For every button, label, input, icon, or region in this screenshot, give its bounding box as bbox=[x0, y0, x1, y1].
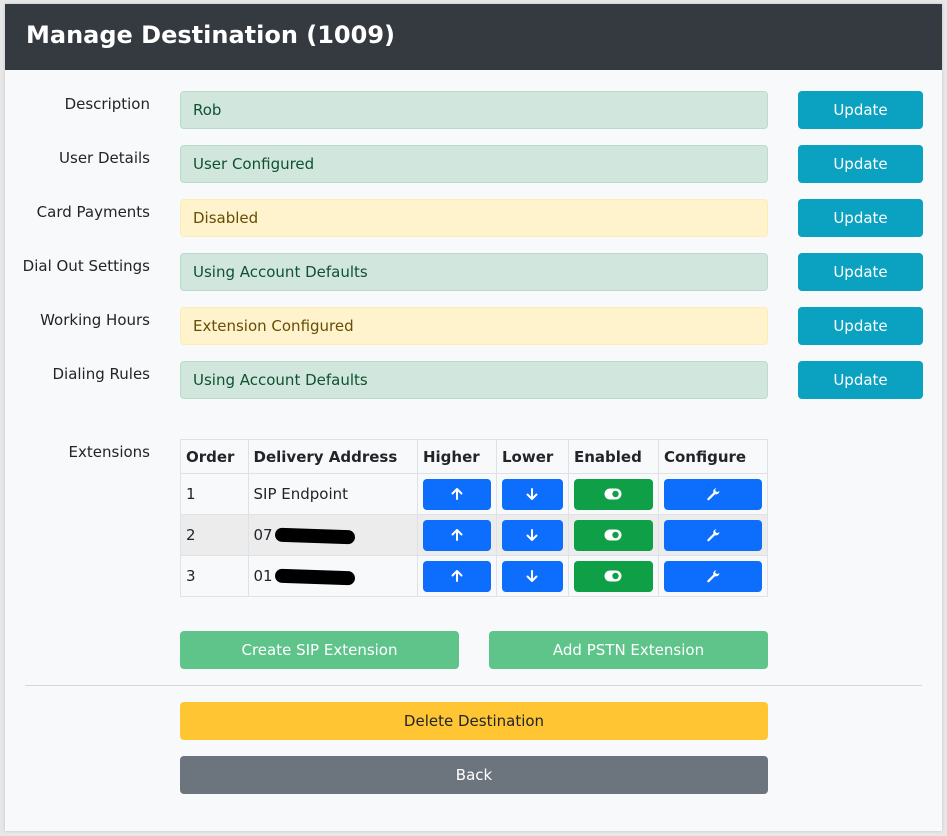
toggle-on-icon bbox=[604, 570, 622, 582]
column-header-higher: Higher bbox=[416, 439, 497, 474]
table-row: 3 01 bbox=[180, 555, 769, 597]
user-details-label: User Details bbox=[59, 149, 150, 167]
row-delivery-address: 07 bbox=[247, 514, 418, 556]
row-order: 2 bbox=[180, 514, 249, 556]
table-row: 1 SIP Endpoint bbox=[180, 473, 769, 515]
manage-destination-dialog: Manage Destination (1009) Description Ro… bbox=[5, 4, 942, 831]
dialog-header: Manage Destination (1009) bbox=[5, 4, 942, 70]
dial-out-settings-status: Using Account Defaults bbox=[180, 253, 768, 291]
dial-out-settings-label: Dial Out Settings bbox=[22, 257, 150, 275]
column-header-enabled: Enabled bbox=[567, 439, 659, 474]
wrench-icon bbox=[707, 488, 720, 501]
update-working-hours-button[interactable]: Update bbox=[798, 307, 923, 345]
back-button[interactable]: Back bbox=[180, 756, 768, 794]
move-higher-button[interactable] bbox=[422, 519, 491, 551]
redaction-mark bbox=[274, 527, 355, 544]
configure-button[interactable] bbox=[663, 560, 762, 592]
dialing-rules-label: Dialing Rules bbox=[52, 365, 150, 383]
user-details-status: User Configured bbox=[180, 145, 768, 183]
dialing-rules-status: Using Account Defaults bbox=[180, 361, 768, 399]
delivery-address-text: 07 bbox=[253, 526, 273, 544]
toggle-on-icon bbox=[604, 488, 622, 500]
delivery-address-text: 01 bbox=[253, 567, 273, 585]
create-sip-extension-button[interactable]: Create SIP Extension bbox=[180, 631, 459, 669]
card-payments-status: Disabled bbox=[180, 199, 768, 237]
enabled-toggle-button[interactable] bbox=[573, 478, 653, 510]
update-user-details-button[interactable]: Update bbox=[798, 145, 923, 183]
arrow-down-icon bbox=[526, 488, 538, 500]
update-description-button[interactable]: Update bbox=[798, 91, 923, 129]
arrow-up-icon bbox=[451, 570, 463, 582]
column-header-delivery-address: Delivery Address bbox=[247, 439, 418, 474]
update-dialing-rules-button[interactable]: Update bbox=[798, 361, 923, 399]
extensions-table: Order Delivery Address Higher Lower Enab… bbox=[180, 439, 769, 597]
arrow-up-icon bbox=[451, 529, 463, 541]
row-delivery-address: 01 bbox=[247, 555, 418, 597]
working-hours-label: Working Hours bbox=[40, 311, 150, 329]
move-lower-button[interactable] bbox=[501, 519, 563, 551]
configure-button[interactable] bbox=[663, 478, 762, 510]
row-order: 3 bbox=[180, 555, 249, 597]
card-payments-label: Card Payments bbox=[36, 203, 150, 221]
description-label: Description bbox=[64, 95, 150, 113]
move-higher-button[interactable] bbox=[422, 478, 491, 510]
enabled-toggle-button[interactable] bbox=[573, 519, 653, 551]
delete-destination-button[interactable]: Delete Destination bbox=[180, 702, 768, 740]
configure-button[interactable] bbox=[663, 519, 762, 551]
page-title: Manage Destination (1009) bbox=[26, 21, 395, 49]
table-header-row: Order Delivery Address Higher Lower Enab… bbox=[180, 439, 769, 474]
arrow-up-icon bbox=[451, 488, 463, 500]
toggle-on-icon bbox=[604, 529, 622, 541]
column-header-lower: Lower bbox=[495, 439, 569, 474]
add-pstn-extension-button[interactable]: Add PSTN Extension bbox=[489, 631, 768, 669]
table-row: 2 07 bbox=[180, 514, 769, 556]
column-header-order: Order bbox=[180, 439, 249, 474]
move-higher-button[interactable] bbox=[422, 560, 491, 592]
wrench-icon bbox=[707, 570, 720, 583]
extensions-label: Extensions bbox=[68, 443, 150, 461]
row-delivery-address: SIP Endpoint bbox=[247, 473, 418, 515]
column-header-configure: Configure bbox=[657, 439, 769, 474]
update-dial-out-settings-button[interactable]: Update bbox=[798, 253, 923, 291]
update-card-payments-button[interactable]: Update bbox=[798, 199, 923, 237]
redaction-mark bbox=[274, 568, 355, 585]
enabled-toggle-button[interactable] bbox=[573, 560, 653, 592]
row-order: 1 bbox=[180, 473, 249, 515]
arrow-down-icon bbox=[526, 529, 538, 541]
wrench-icon bbox=[707, 529, 720, 542]
move-lower-button[interactable] bbox=[501, 560, 563, 592]
move-lower-button[interactable] bbox=[501, 478, 563, 510]
description-status: Rob bbox=[180, 91, 768, 129]
working-hours-status: Extension Configured bbox=[180, 307, 768, 345]
arrow-down-icon bbox=[526, 570, 538, 582]
delivery-address-text: SIP Endpoint bbox=[253, 485, 349, 503]
divider bbox=[25, 685, 922, 686]
